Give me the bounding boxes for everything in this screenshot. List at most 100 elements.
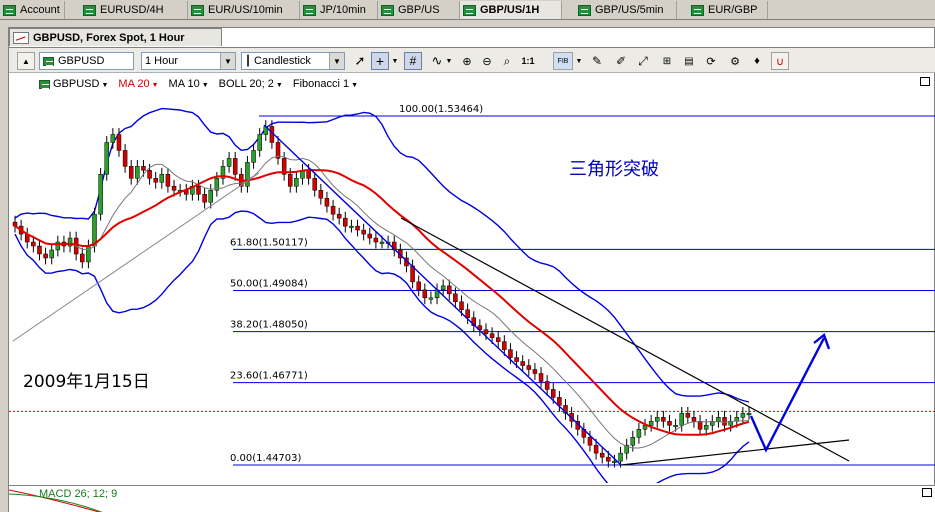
sheet-icon [43,56,54,66]
period-select[interactable]: 1 Hour ▼ [141,52,236,70]
macd-panel[interactable]: MACD 26; 12; 9 [9,485,935,512]
tab-gbpus[interactable]: GBP/US [378,1,460,19]
one-to-one-button[interactable]: 1:1 [519,52,537,70]
candle [367,227,373,245]
candle [679,406,684,432]
tab-label: GBP/US/5min [595,4,664,16]
tab-jp-10min[interactable]: JP/10min [300,1,378,19]
candle [122,144,128,173]
candle [710,414,715,432]
chart-window-title: GBPUSD, Forex Spot, 1 Hour [33,31,185,44]
grid-button[interactable]: # [404,52,422,70]
workspace-tab-bar: Account EURUSD/4H EUR/US/10min JP/10min … [0,0,935,20]
chevron-down-icon[interactable]: ▼ [391,52,399,70]
date-annotation: 2009年1月15日 [23,372,150,392]
candle [24,227,30,249]
zoom-in-icon[interactable]: ⊕ [459,52,475,70]
candle [251,144,256,169]
tab-eurgbp[interactable]: EUR/GBP [688,1,768,19]
template-icon[interactable]: ▤ [681,52,697,70]
candle [355,219,360,237]
candle [495,331,501,349]
tab-label: GBP/US/1H [480,4,540,16]
refresh-icon[interactable]: ⟳ [703,52,719,70]
breakout-projection-line [749,337,826,453]
sheet-icon [191,4,204,16]
candle [648,414,654,432]
tab-label: EUR/GBP [708,4,758,16]
candle [697,414,703,436]
resize-icon[interactable]: ⤢ [635,52,651,70]
chart-window-tab[interactable]: GBPUSD, Forex Spot, 1 Hour [9,28,222,46]
collapse-button[interactable]: ▲ [17,52,35,70]
candle [104,136,109,181]
tab-account[interactable]: Account [0,1,65,19]
candle [312,171,317,197]
candle [153,171,158,189]
chart-type-select[interactable]: ┃ Candlestick ▼ [241,52,345,70]
candle [557,391,562,412]
candle [177,183,183,197]
candle [538,367,544,388]
settings-icon[interactable]: ⚙ [727,52,743,70]
candle [422,283,428,305]
fib-label: 50.00(1.49084) [230,278,308,289]
down-trendline [263,124,622,466]
candle [67,231,73,253]
tab-label: Account [20,4,60,16]
cursor-icon[interactable]: ➚ [352,52,368,70]
trading-app: Account EURUSD/4H EUR/US/10min JP/10min … [0,0,935,512]
candle [373,231,379,249]
price-chart[interactable]: 100.00(1.53464) 61.80(1.50117) 50.00(1.490… [9,73,935,483]
candle [80,247,85,269]
instrument-select[interactable]: GBPUSD [39,52,134,70]
magnet-icon[interactable]: ∪ [771,52,789,70]
candle [416,275,421,297]
zoom-out-icon[interactable]: ⊖ [479,52,495,70]
candle [43,247,48,265]
candle [563,398,568,420]
candle [685,406,691,424]
candle [128,159,134,185]
tab-eurusd-4h[interactable]: EURUSD/4H [80,1,188,19]
tab-label: GBP/US [398,4,440,16]
chart-window: GBPUSD, Forex Spot, 1 Hour ▲ GBPUSD 1 Ho… [8,27,935,512]
candle [471,311,476,333]
candle [324,191,330,213]
tab-eurus-10min[interactable]: EUR/US/10min [188,1,300,19]
instrument-value: GBPUSD [58,55,105,67]
pattern-title: 三角形突破 [569,159,659,180]
tab-label: EUR/US/10min [208,4,283,16]
tab-gbpus-5min[interactable]: GBP/US/5min [575,1,677,19]
chevron-down-icon[interactable]: ▼ [575,52,583,70]
triangle-lower-line [620,439,850,466]
triangle-upper-line [400,217,850,462]
tab-label: EURUSD/4H [100,4,164,16]
candle [86,239,91,269]
fibonacci-levels: 100.00(1.53464) 61.80(1.50117) 50.00(1.490… [9,104,935,466]
candle [49,243,54,265]
tab-label: JP/10min [320,4,366,16]
sheet-icon [83,4,96,16]
close-icon[interactable] [922,488,932,497]
chart-icon [13,31,29,44]
paint-icon[interactable]: ✐ [613,52,629,70]
candle [477,319,483,337]
chart-type-value: Candlestick [254,55,311,67]
crosshair-button[interactable]: + [371,52,389,70]
candle [245,155,250,193]
chevron-down-icon[interactable]: ▼ [445,52,453,70]
tab-gbpus-1h[interactable]: GBP/US/1H [460,1,562,19]
fib-button[interactable]: FIB [553,52,573,70]
candle [330,199,336,221]
alert-icon[interactable]: ♦ [749,52,765,70]
period-value: 1 Hour [145,55,179,67]
price-marker-icon[interactable]: ⊞ [659,52,675,70]
fib-label: 23.60(1.46771) [230,371,308,382]
ma20-line [14,168,750,436]
candle [37,239,42,261]
eraser-icon[interactable]: ✎ [589,52,605,70]
zoom-icon[interactable]: ⌕ [499,52,515,70]
sheet-icon [463,4,476,16]
indicator-icon[interactable]: ∿ [429,52,445,70]
